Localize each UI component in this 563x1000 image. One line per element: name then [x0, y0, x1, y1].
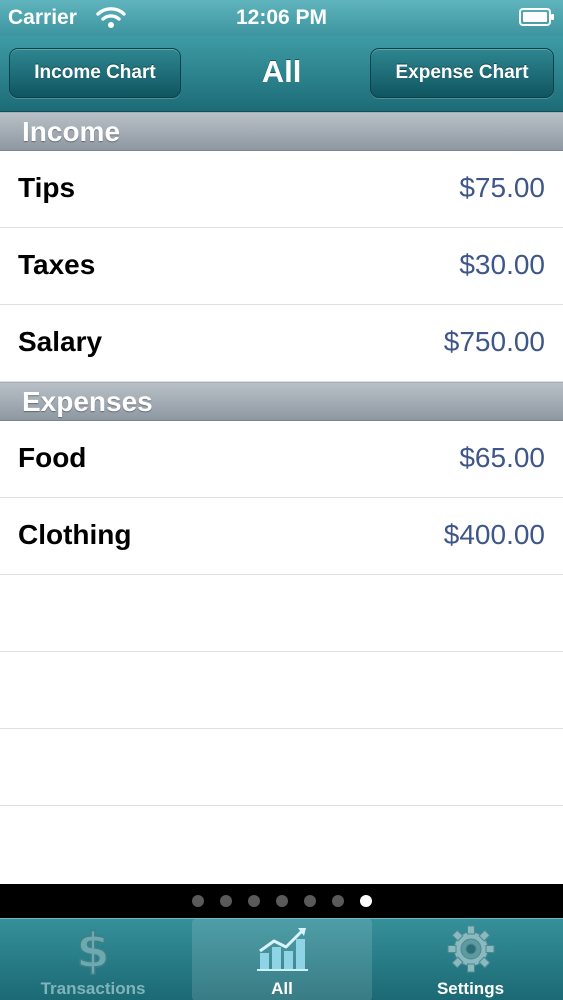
tab-label: Transactions [40, 979, 146, 998]
row-value: $400.00 [443, 519, 545, 550]
section-header-income: Income [0, 112, 563, 151]
page-dot[interactable] [275, 895, 288, 907]
expense-chart-button[interactable]: Expense Chart [370, 48, 554, 98]
page-dot[interactable] [331, 895, 344, 907]
section-header-expenses: Expenses [0, 382, 563, 421]
row-label: Food [18, 442, 87, 473]
status-time: 12:06 PM [235, 6, 328, 29]
row-label: Taxes [18, 249, 96, 280]
svg-text:$: $ [76, 923, 109, 975]
chart-icon [257, 928, 308, 971]
page-dot[interactable] [191, 895, 204, 907]
tab-all[interactable]: All [192, 919, 372, 1000]
empty-row [0, 652, 563, 729]
dollar-icon: $ [76, 923, 111, 975]
empty-row [0, 729, 563, 806]
battery-icon [519, 8, 554, 26]
tab-label: All [271, 979, 293, 998]
table-row[interactable]: Tips $75.00 [0, 151, 563, 228]
table-row[interactable]: Salary $750.00 [0, 305, 563, 382]
page-control[interactable] [0, 884, 563, 918]
tab-label: Settings [436, 979, 505, 998]
empty-row [0, 806, 563, 883]
empty-row [0, 575, 563, 652]
page-dot[interactable] [247, 895, 260, 907]
table-row[interactable]: Food $65.00 [0, 421, 563, 498]
tab-transactions[interactable]: $ Transactions [0, 919, 186, 1000]
row-label: Salary [18, 326, 103, 357]
table-row[interactable]: Clothing $400.00 [0, 498, 563, 575]
row-label: Clothing [18, 519, 132, 550]
table-row[interactable]: Taxes $30.00 [0, 228, 563, 305]
row-value: $30.00 [459, 249, 545, 280]
tab-settings[interactable]: Settings [378, 919, 563, 1000]
page-dot[interactable] [219, 895, 232, 907]
row-value: $65.00 [459, 442, 545, 473]
page-dot[interactable] [303, 895, 316, 907]
page-dot-active[interactable] [359, 895, 372, 907]
row-label: Tips [18, 172, 76, 203]
status-bar: Carrier 12:06 PM [0, 0, 563, 36]
tab-bar: $ Transactions All Settings [0, 918, 563, 1000]
row-value: $750.00 [443, 326, 545, 357]
gear-icon [447, 925, 494, 973]
row-value: $75.00 [459, 172, 545, 203]
income-chart-button[interactable]: Income Chart [9, 48, 181, 98]
navigation-bar: Income Chart All Expense Chart [0, 36, 563, 112]
